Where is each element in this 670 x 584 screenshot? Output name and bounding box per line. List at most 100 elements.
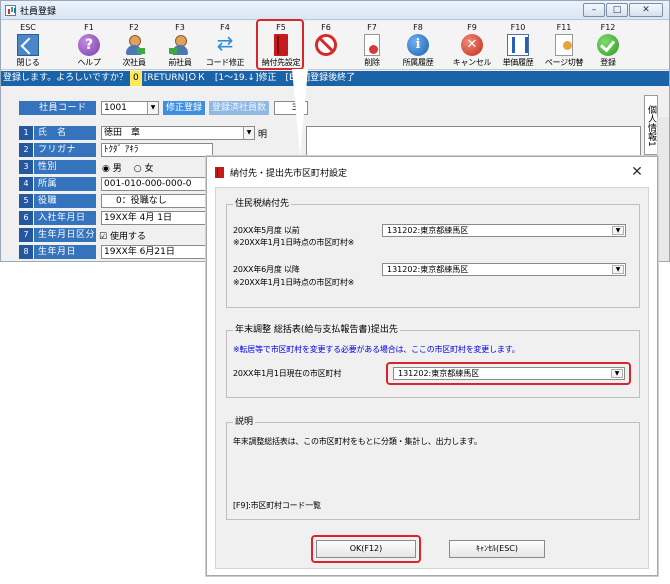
form-scrollbar[interactable] — [657, 117, 669, 261]
fkey-label: 閉じる — [16, 58, 40, 67]
city-code-list-hint: [F9]:市区町村コード一覧 — [233, 501, 321, 510]
year-end-city-label: 20XX年1月1日現在の市区町村 — [233, 369, 342, 378]
fkey-code: F2 — [129, 23, 139, 32]
resident-tax-title: 住民税納付先 — [233, 199, 292, 210]
form-row-position: 5 役職 0：役職なし — [19, 194, 213, 208]
year-end-notice: ※転居等で市区町村を変更する必要がある場合は、ここの市区町村を変更します。 — [233, 345, 520, 354]
after-june-city-value: 131202:東京都練馬区 — [387, 265, 469, 274]
fkey-f2-next-employee-button[interactable]: F2 次社員 — [111, 21, 157, 69]
chevron-down-icon: ▼ — [612, 265, 624, 274]
help-icon: ? — [78, 34, 100, 56]
fkey-label: 前社員 — [168, 58, 192, 67]
birthdate-input[interactable]: 19XX年 6月21日 — [101, 245, 213, 259]
f5-highlight-ring — [256, 19, 304, 70]
function-key-toolbar: ESC 閉じる F1 ? ヘルプ F2 次社員 F3 前社員 F4 コード修正 … — [1, 21, 669, 70]
dialog-close-button[interactable]: ✕ — [629, 163, 645, 181]
message-cursor[interactable]: 0 — [129, 71, 142, 86]
gender-female-label: 女 — [144, 163, 154, 174]
ok-highlight-ring — [311, 535, 421, 563]
fkey-label: キャンセル — [452, 58, 492, 67]
row-label: 性別 — [34, 160, 96, 174]
employee-code-select[interactable]: 1001 ▼ — [101, 101, 159, 115]
gender-female-radio[interactable]: ○ 女 — [134, 161, 154, 174]
hire-date-input[interactable]: 19XX年 4月 1日 — [101, 211, 213, 225]
payment-destination-icon — [215, 166, 224, 178]
form-row-affiliation: 4 所属 001-010-000-000-0 — [19, 177, 213, 191]
position-input[interactable]: 0：役職なし — [101, 194, 213, 208]
after-june-city-select[interactable]: 131202:東京都練馬区 ▼ — [382, 263, 626, 276]
message-bar: 登録します。よろしいですか？ 0 [RETURN]ＯＫ [1〜19.↓]修正 [ES… — [1, 71, 669, 86]
before-may-label: 20XX年5月度 以前 — [233, 226, 300, 235]
fkey-f8-affiliation-history-button[interactable]: F8 i 所属履歴 — [395, 21, 441, 69]
before-may-city-value: 131202:東京都練馬区 — [387, 226, 469, 235]
fkey-f10-unit-price-history-button[interactable]: F10 単価履歴 — [495, 21, 541, 69]
fkey-label: コード修正 — [205, 58, 245, 67]
furigana-input[interactable]: ﾄｸﾀﾞ ｱｷﾗ — [101, 143, 213, 157]
app-icon — [5, 4, 16, 16]
fkey-code: F7 — [367, 23, 377, 32]
row-label: 所属 — [34, 177, 96, 191]
fkey-code: F1 — [84, 23, 94, 32]
fkey-code: F3 — [175, 23, 185, 32]
personal-info-tab[interactable]: 個人情報1 — [644, 95, 658, 155]
dialog-title-bar: 納付先・提出先市区町村設定 ✕ — [207, 157, 657, 187]
fkey-f3-prev-employee-button[interactable]: F3 前社員 — [157, 21, 203, 69]
fkey-code: F11 — [556, 23, 572, 32]
window-controls: – □ ✕ — [583, 3, 663, 17]
before-may-city-select[interactable]: 131202:東京都練馬区 ▼ — [382, 224, 626, 237]
register-icon — [597, 34, 619, 56]
year-end-group: 年末調整 総括表(給与支払報告書)提出先 ※転居等で市区町村を変更する必要がある… — [226, 325, 640, 398]
chevron-down-icon: ▼ — [612, 226, 624, 235]
title-bar: 社員登録 – □ ✕ — [1, 1, 669, 20]
row-number: 6 — [19, 211, 33, 225]
fkey-label: 次社員 — [122, 58, 146, 67]
birthdate-use-label: 使用する — [109, 231, 146, 242]
registered-count-label: 登録済社員数 — [209, 101, 270, 115]
fkey-f9-cancel-button[interactable]: F9 ✕ キャンセル — [449, 21, 495, 69]
fkey-label: 削除 — [364, 58, 380, 67]
before-may-note: ※20XX年1月1日時点の市区町村※ — [233, 238, 355, 247]
fkey-f4-code-edit-button[interactable]: F4 コード修正 — [202, 21, 248, 69]
maximize-button[interactable]: □ — [606, 3, 628, 17]
form-row-name: 1 氏 名 徳田 章 ▼ 明 — [19, 126, 267, 140]
employee-code-label: 社員コード — [19, 101, 96, 115]
form-row-gender: 3 性別 ◉ 男 ○ 女 — [19, 160, 153, 174]
row-label: 役職 — [34, 194, 96, 208]
birthdate-use-checkbox[interactable]: ☑ 使用する — [99, 229, 146, 242]
fkey-f1-help-button[interactable]: F1 ? ヘルプ — [66, 21, 112, 69]
form-row-furigana: 2 フリガナ ﾄｸﾀﾞ ｱｷﾗ — [19, 143, 213, 157]
remarks-label: 明 — [258, 129, 268, 140]
fkey-f7-delete-button[interactable]: F7 削除 — [349, 21, 395, 69]
fkey-esc-close-button[interactable]: ESC 閉じる — [5, 21, 51, 69]
explanation-title: 説明 — [233, 417, 256, 428]
year-end-title: 年末調整 総括表(給与支払報告書)提出先 — [233, 325, 400, 336]
fkey-f11-page-switch-button[interactable]: F11 ページ切替 — [541, 21, 587, 69]
edit-register-button[interactable]: 修正登録 — [163, 101, 206, 115]
exit-icon — [17, 34, 39, 56]
minimize-button[interactable]: – — [583, 3, 605, 17]
fkey-f12-register-button[interactable]: F12 登録 — [585, 21, 631, 69]
row-label: 氏 名 — [34, 126, 96, 140]
dialog-cancel-button[interactable]: ｷｬﾝｾﾙ(ESC) — [449, 540, 545, 558]
row-number: 5 — [19, 194, 33, 208]
fkey-code: F10 — [510, 23, 526, 32]
row-number: 1 — [19, 126, 33, 140]
dialog-title: 納付先・提出先市区町村設定 — [230, 168, 348, 179]
explanation-text: 年末調整総括表は、この市区町村をもとに分類・集計し、出力します。 — [233, 437, 482, 446]
gender-male-radio[interactable]: ◉ 男 — [102, 161, 122, 174]
fkey-label: 所属履歴 — [402, 58, 434, 67]
after-june-label: 20XX年6月度 以降 — [233, 265, 300, 274]
name-select[interactable]: 徳田 章 ▼ — [101, 126, 255, 140]
window-close-button[interactable]: ✕ — [629, 3, 663, 17]
employee-code-value: 1001 — [104, 103, 127, 113]
row-number: 4 — [19, 177, 33, 191]
window-title: 社員登録 — [20, 6, 57, 17]
callout-pointer — [292, 69, 308, 157]
fkey-f6-button[interactable]: F6 — [303, 21, 349, 69]
row-label: 生年月日 — [34, 245, 96, 259]
info-icon: i — [407, 34, 429, 56]
after-june-note: ※20XX年1月1日時点の市区町村※ — [233, 278, 355, 287]
affiliation-input[interactable]: 001-010-000-000-0 — [101, 177, 213, 191]
dialog-body: 住民税納付先 20XX年5月度 以前 ※20XX年1月1日時点の市区町村※ 13… — [215, 187, 649, 569]
row-label: フリガナ — [34, 143, 96, 157]
